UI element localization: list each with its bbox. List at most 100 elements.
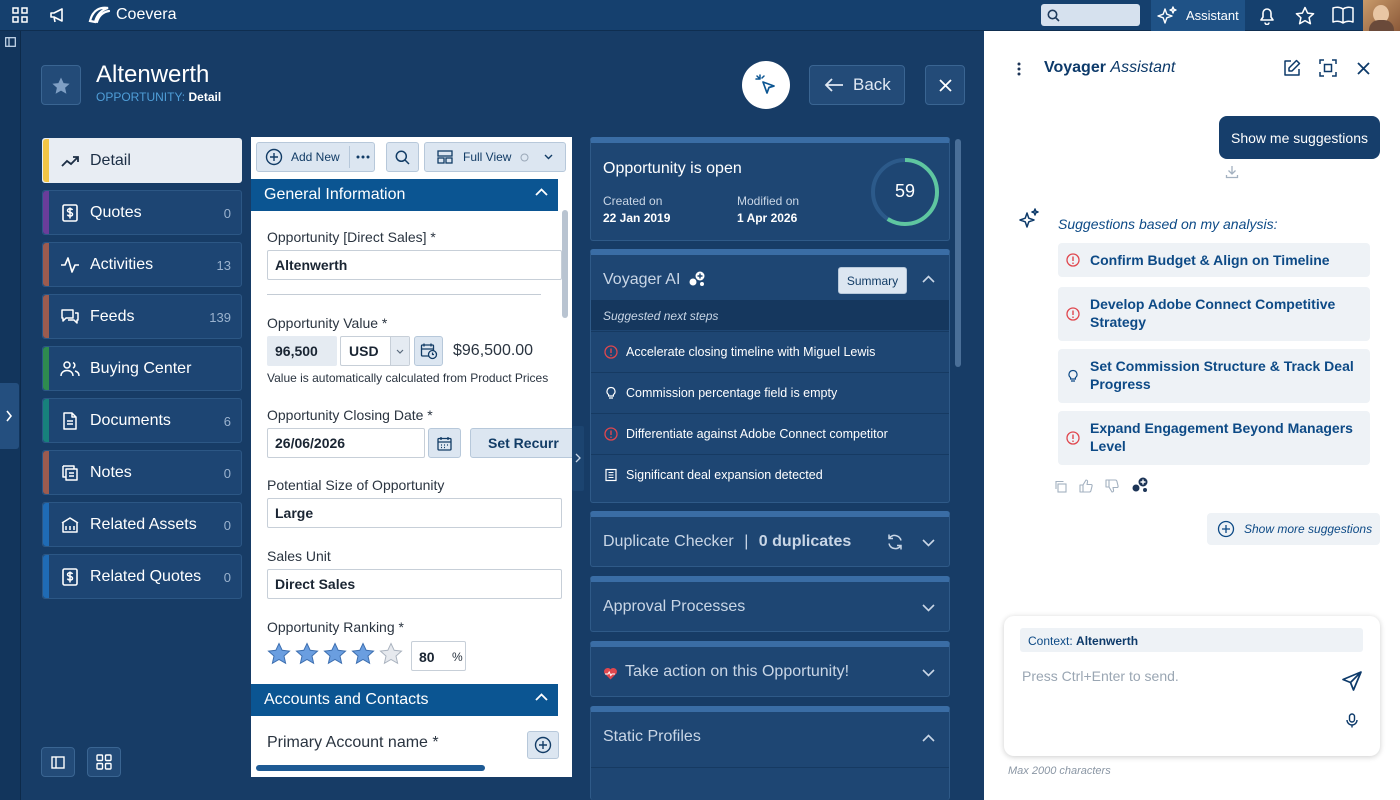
ranking-stars[interactable] (267, 642, 403, 670)
form-toolbar: Add New Full View (251, 137, 572, 180)
heart-pulse-icon (604, 668, 617, 680)
edit-icon[interactable] (1283, 59, 1301, 77)
currency-dropdown[interactable] (390, 337, 409, 365)
voyager-ai-header[interactable]: Voyager AI Summary (591, 255, 949, 299)
assistant-button[interactable]: Assistant (1151, 0, 1245, 31)
more-dots-icon (356, 155, 369, 159)
chevron-down-icon (544, 154, 553, 160)
suggestion-chip-text: Develop Adobe Connect Competitive Strate… (1090, 296, 1336, 330)
copy-icon[interactable] (1054, 480, 1067, 493)
assistant-panel: Voyager Assistant Show me suggestions Su… (984, 31, 1400, 800)
rating-star-icon[interactable] (267, 642, 291, 666)
ai-network-icon[interactable] (1130, 476, 1150, 494)
nav-item-notes[interactable]: Notes 0 (42, 450, 242, 495)
rating-star-icon[interactable] (295, 642, 319, 666)
view-select[interactable]: Full View (424, 142, 566, 172)
form-search-button[interactable] (386, 142, 419, 172)
rating-star-icon[interactable] (323, 642, 347, 666)
nav-item-detail[interactable]: Detail (42, 138, 242, 183)
bell-icon[interactable] (1256, 4, 1278, 26)
refresh-icon[interactable] (886, 533, 904, 551)
nav-item-quotes[interactable]: Quotes 0 (42, 190, 242, 235)
search-input[interactable] (1041, 4, 1140, 26)
ai-cursor-button[interactable] (742, 61, 790, 109)
close-button[interactable] (925, 65, 965, 105)
suggested-steps-header: Suggested next steps (591, 300, 949, 330)
splitter-handle[interactable] (572, 426, 584, 491)
book-icon[interactable] (1332, 4, 1354, 26)
apps-grid-icon[interactable] (9, 4, 31, 26)
more-options-button[interactable] (350, 143, 375, 171)
show-more-label: Show more suggestions (1244, 522, 1373, 536)
general-info-header[interactable]: General Information (251, 179, 558, 211)
set-recurring-button[interactable]: Set Recurr (470, 428, 572, 458)
user-avatar[interactable] (1363, 0, 1400, 31)
currency-select[interactable]: USD (340, 336, 410, 366)
breadcrumb: OPPORTUNITY: Detail (96, 90, 221, 104)
suggestion-row[interactable]: Differentiate against Adobe Connect comp… (591, 413, 949, 454)
take-action-panel[interactable]: Take action on this Opportunity! (590, 641, 950, 697)
assistant-title: Voyager Assistant (1044, 59, 1175, 77)
rating-star-icon[interactable] (379, 642, 403, 666)
nav-item-activities[interactable]: Activities 13 (42, 242, 242, 287)
nav-item-related-assets[interactable]: Related Assets 0 (42, 502, 242, 547)
expand-icon[interactable] (1319, 59, 1337, 77)
send-icon[interactable] (1341, 670, 1363, 692)
suggestion-chip[interactable]: Set Commission Structure & Track Deal Pr… (1058, 349, 1370, 403)
close-icon[interactable] (1357, 62, 1370, 75)
nav-item-documents[interactable]: Documents 6 (42, 398, 242, 443)
closing-date-input[interactable]: 26/06/2026 (267, 428, 425, 458)
grid-view-button[interactable] (87, 747, 121, 777)
opportunity-value-input[interactable]: 96,500 (267, 336, 337, 366)
nav-item-feeds[interactable]: Feeds 139 (42, 294, 242, 339)
message-input[interactable]: Press Ctrl+Enter to send. (1022, 668, 1322, 688)
vertical-scrollbar[interactable] (562, 210, 568, 318)
nav-item-buying-center[interactable]: Buying Center (42, 346, 242, 391)
calculate-value-button[interactable] (414, 336, 443, 366)
suggestion-text: Significant deal expansion detected (626, 468, 823, 482)
accounts-header[interactable]: Accounts and Contacts (251, 684, 558, 716)
suggestion-chip[interactable]: Confirm Budget & Align on Timeline (1058, 243, 1370, 277)
nav-item-related-quotes[interactable]: Related Quotes 0 (42, 554, 242, 599)
message-composer: Context: Altenwerth Press Ctrl+Enter to … (1004, 616, 1380, 756)
summary-button[interactable]: Summary (838, 267, 907, 294)
duplicate-checker-panel[interactable]: Duplicate Checker | 0 duplicates (590, 511, 950, 567)
show-more-button[interactable]: Show more suggestions (1207, 513, 1380, 545)
download-icon[interactable] (1225, 165, 1239, 179)
assistant-title-bold: Voyager (1044, 59, 1106, 76)
kebab-menu-icon[interactable] (1017, 62, 1021, 76)
suggestion-row[interactable]: Commission percentage field is empty (591, 372, 949, 413)
brand-logo[interactable]: Coevera (87, 5, 176, 25)
ranking-input[interactable]: 80 % (411, 641, 466, 671)
static-profiles-panel[interactable]: Static Profiles (590, 706, 950, 800)
expand-rail-button[interactable] (0, 383, 19, 449)
sidebar-toggle-icon[interactable] (5, 37, 16, 47)
megaphone-icon[interactable] (47, 4, 69, 26)
horizontal-scrollbar[interactable] (256, 765, 485, 771)
suggestion-chip[interactable]: Develop Adobe Connect Competitive Strate… (1058, 287, 1370, 341)
main-scrollbar[interactable] (955, 139, 961, 367)
dollar-document-icon (62, 568, 78, 586)
collapse-panel-button[interactable] (41, 747, 75, 777)
date-picker-button[interactable] (428, 428, 461, 458)
sales-unit-select[interactable]: Direct Sales (267, 569, 562, 599)
star-icon[interactable] (1294, 4, 1316, 26)
approval-processes-panel[interactable]: Approval Processes (590, 576, 950, 632)
opportunity-name-input[interactable]: Altenwerth (267, 250, 562, 280)
suggestion-row[interactable]: Accelerate closing timeline with Miguel … (591, 331, 949, 372)
suggestion-chip[interactable]: Expand Engagement Beyond Managers Level (1058, 411, 1370, 465)
back-button[interactable]: Back (809, 65, 905, 105)
chevron-up-icon[interactable] (922, 275, 935, 283)
size-select[interactable]: Large (267, 498, 562, 528)
thumbs-down-icon[interactable] (1105, 479, 1119, 493)
microphone-icon[interactable] (1346, 713, 1358, 728)
rating-star-icon[interactable] (351, 642, 375, 666)
add-new-button[interactable]: Add New (257, 143, 349, 171)
approval-processes-title: Approval Processes (603, 598, 746, 615)
duplicate-checker-header: Duplicate Checker | 0 duplicates (603, 533, 851, 551)
thumbs-up-icon[interactable] (1079, 479, 1093, 493)
suggestion-row[interactable]: Significant deal expansion detected (591, 454, 949, 495)
add-account-button[interactable] (527, 731, 559, 759)
favorite-button[interactable] (41, 65, 81, 105)
suggestion-text: Accelerate closing timeline with Miguel … (626, 345, 876, 359)
